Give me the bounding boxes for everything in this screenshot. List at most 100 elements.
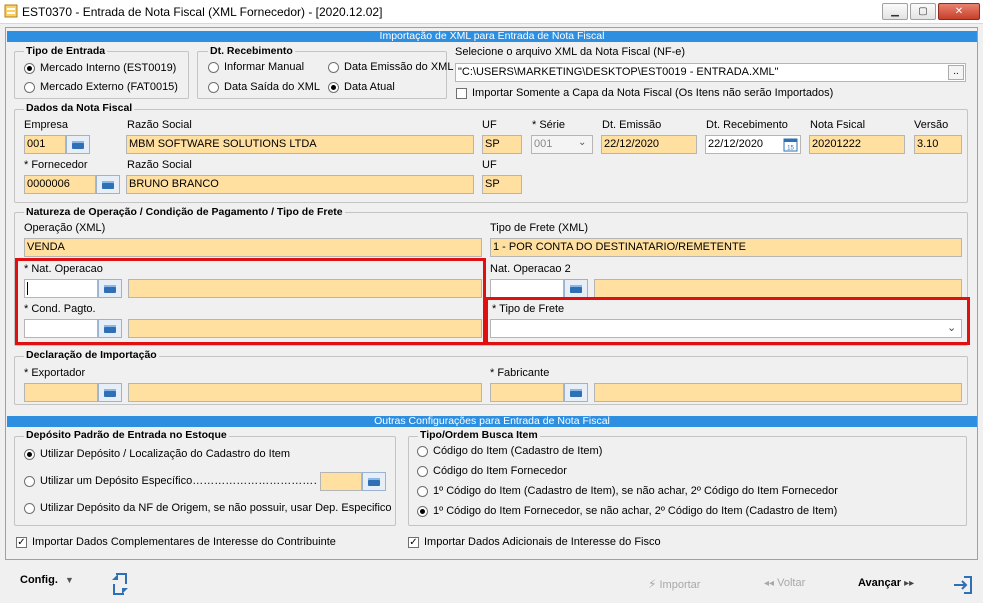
uf-input: SP <box>482 135 522 154</box>
exit-icon[interactable] <box>952 574 974 596</box>
cond-pagto-desc-input <box>128 319 482 338</box>
radio-deposito-cadastro[interactable] <box>24 449 35 460</box>
adicionais-label: Importar Dados Adicionais de Interesse d… <box>424 536 661 548</box>
nat-operacao-label: * Nat. Operacao <box>24 263 103 275</box>
radio-informar-manual[interactable] <box>208 62 219 73</box>
exportador-desc-input <box>128 383 482 402</box>
radio-deposito-nf-origem[interactable] <box>24 503 35 514</box>
busca-item-legend: Tipo/Ordem Busca Item <box>418 429 540 441</box>
busca-codigo-item-label: Código do Item (Cadastro de Item) <box>433 445 603 457</box>
versao-label: Versão <box>914 119 949 131</box>
busca-fornecedor-then-item-label: 1º Código do Item Fornecedor, se não ach… <box>433 505 838 517</box>
dt-emissao-input: 22/12/2020 <box>601 135 697 154</box>
exportador-label: * Exportador <box>24 367 86 379</box>
versao-input: 3.10 <box>914 135 962 154</box>
maximize-button[interactable]: ▢ <box>910 3 936 20</box>
radio-deposito-especifico[interactable] <box>24 476 35 487</box>
fornecedor-input[interactable]: 0000006 <box>24 175 96 194</box>
avancar-button[interactable]: Avançar ▸▸ <box>858 577 914 589</box>
nat-operacao-desc-input <box>128 279 482 298</box>
chevron-down-icon: ⌄ <box>578 137 587 148</box>
voltar-button[interactable]: ◂◂ Voltar <box>764 577 805 589</box>
radio-data-atual[interactable] <box>328 82 339 93</box>
razao-social-label: Razão Social <box>127 119 192 131</box>
radio-data-saida-xml[interactable] <box>208 82 219 93</box>
text-cursor <box>27 282 28 295</box>
refresh-icon[interactable] <box>106 570 134 598</box>
mercado-externo-label: Mercado Externo (FAT0015) <box>40 81 178 93</box>
dt-recebimento-legend: Dt. Recebimento <box>208 45 295 57</box>
nota-fiscal-input: 20201222 <box>809 135 905 154</box>
empresa-lookup-icon[interactable] <box>66 135 90 154</box>
cond-pagto-input[interactable] <box>24 319 98 338</box>
uf-fornecedor-input: SP <box>482 175 522 194</box>
radio-mercado-externo[interactable] <box>24 82 35 93</box>
empresa-label: Empresa <box>24 119 69 131</box>
uf-label: UF <box>482 119 497 131</box>
fabricante-lookup-icon[interactable] <box>564 383 588 402</box>
title-bar: EST0370 - Entrada de Nota Fiscal (XML Fo… <box>0 0 983 24</box>
importar-button[interactable]: ⚡ Importar <box>648 577 700 591</box>
arrow-down-icon: ▼ <box>64 575 74 585</box>
nat-operacao2-desc-input <box>594 279 962 298</box>
radio-data-emissao-xml[interactable] <box>328 62 339 73</box>
nat-operacao-input[interactable] <box>24 279 98 298</box>
avancar-label: Avançar <box>858 577 902 589</box>
informar-manual-label: Informar Manual <box>224 61 305 73</box>
import-section-header: Importação de XML para Entrada de Nota F… <box>7 31 977 42</box>
deposito-lookup-icon[interactable] <box>362 472 386 491</box>
config-button[interactable]: Config. ▼ <box>20 574 74 586</box>
radio-mercado-interno[interactable] <box>24 63 35 74</box>
xml-file-label: Selecione o arquivo XML da Nota Fiscal (… <box>455 46 686 58</box>
radio-busca-fornecedor-then-item[interactable] <box>417 506 428 517</box>
dt-emissao-label: Dt. Emissão <box>602 119 662 131</box>
forward-arrows-icon: ▸▸ <box>904 578 915 589</box>
complementares-checkbox[interactable]: ✓ <box>16 537 27 548</box>
back-arrows-icon: ◂◂ <box>764 578 775 589</box>
adicionais-checkbox[interactable]: ✓ <box>408 537 419 548</box>
nat-operacao-lookup-icon[interactable] <box>98 279 122 298</box>
nat-operacao2-input[interactable] <box>490 279 564 298</box>
exportador-input[interactable] <box>24 383 98 402</box>
radio-busca-item-then-fornecedor[interactable] <box>417 486 428 497</box>
window-title: EST0370 - Entrada de Nota Fiscal (XML Fo… <box>22 5 383 19</box>
tipo-frete-select[interactable] <box>490 319 962 338</box>
capa-checkbox[interactable] <box>456 88 467 99</box>
fornecedor-label: * Fornecedor <box>24 159 88 171</box>
data-atual-label: Data Atual <box>344 81 395 93</box>
busca-item-then-fornecedor-label: 1º Código do Item (Cadastro de Item), se… <box>433 485 838 497</box>
app-icon <box>4 4 18 18</box>
importacao-legend: Declaração de Importação <box>24 349 159 361</box>
nota-fiscal-label: Nota Fsical <box>810 119 866 131</box>
busca-codigo-fornecedor-label: Código do Item Fornecedor <box>433 465 567 477</box>
razao-social-input: MBM SOFTWARE SOLUTIONS LTDA <box>126 135 474 154</box>
empresa-input[interactable]: 001 <box>24 135 66 154</box>
dt-recebimento-label: Dt. Recebimento <box>706 119 788 131</box>
cond-pagto-lookup-icon[interactable] <box>98 319 122 338</box>
nat-operacao2-lookup-icon[interactable] <box>564 279 588 298</box>
minimize-button[interactable]: ▁ <box>882 3 908 20</box>
mercado-interno-label: Mercado Interno (EST0019) <box>40 62 177 74</box>
svg-text:15: 15 <box>787 146 794 152</box>
fornecedor-lookup-icon[interactable] <box>96 175 120 194</box>
xml-file-path-input[interactable]: "C:\USERS\MARKETING\DESKTOP\EST0019 - EN… <box>455 63 966 82</box>
deposito-especifico-input[interactable] <box>320 472 362 491</box>
fabricante-desc-input <box>594 383 962 402</box>
voltar-label: Voltar <box>777 577 806 589</box>
exportador-lookup-icon[interactable] <box>98 383 122 402</box>
operacao-xml-input: VENDA <box>24 238 482 257</box>
tipo-frete-chevron-down-icon: ⌄ <box>947 322 957 334</box>
radio-busca-codigo-item[interactable] <box>417 446 428 457</box>
xml-browse-button[interactable]: .. <box>948 65 964 80</box>
calendar-icon[interactable]: 15 <box>783 137 798 152</box>
config-label: Config. <box>20 574 58 586</box>
deposito-cadastro-label: Utilizar Depósito / Localização do Cadas… <box>40 448 291 460</box>
fabricante-input[interactable] <box>490 383 564 402</box>
outras-config-header: Outras Configurações para Entrada de Not… <box>7 416 977 427</box>
data-emissao-xml-label: Data Emissão do XML <box>344 61 454 73</box>
deposito-nf-origem-label: Utilizar Depósito da NF de Origem, se nã… <box>40 502 392 514</box>
operacao-xml-label: Operação (XML) <box>24 222 106 234</box>
close-button[interactable]: ✕ <box>938 3 980 20</box>
uf-fornecedor-label: UF <box>482 159 497 171</box>
radio-busca-codigo-fornecedor[interactable] <box>417 466 428 477</box>
